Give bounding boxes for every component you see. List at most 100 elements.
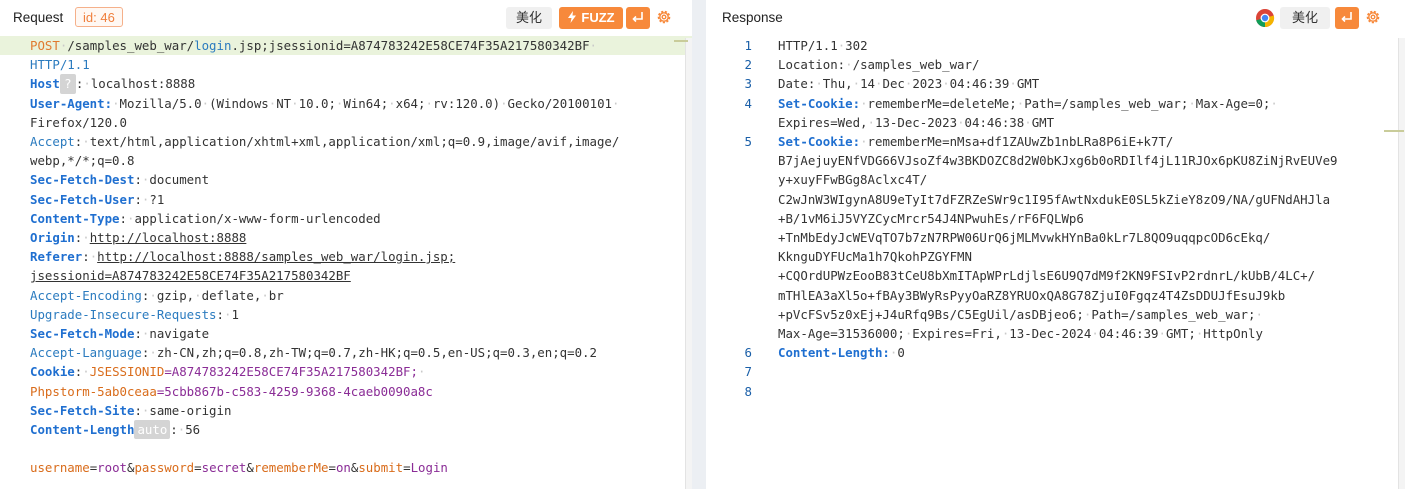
response-beautify-button[interactable]: 美化 — [1280, 7, 1330, 29]
response-line-text: HTTP/1.1·302 — [778, 36, 868, 55]
code-token: Accept — [30, 134, 75, 149]
code-token: = — [194, 460, 202, 476]
response-line-text: KknguDYFUcMa1h7QkohPZGYFMN — [778, 247, 972, 266]
whitespace-marker: · — [852, 76, 861, 92]
code-token: 04:46:38 — [964, 114, 1025, 130]
code-token: : — [134, 191, 142, 207]
whitespace-marker: · — [149, 287, 157, 303]
request-beautify-button[interactable]: 美化 — [506, 7, 552, 29]
code-token: 302 — [845, 38, 868, 53]
whitespace-marker: · — [194, 287, 202, 303]
code-token: +B/1vM6iJ5VYZCycMrcr54J4NPwuhEs/rF6FQLWp… — [778, 210, 1084, 226]
code-token: http://localhost:8888/samples_web_war/lo… — [97, 249, 456, 265]
code-token: 14 — [860, 76, 876, 92]
line-number: 2 — [744, 57, 752, 73]
request-line: Firefox/120.0 — [0, 113, 692, 132]
request-line: POST · /samples_web_war/login.jsp;jsession… — [0, 36, 692, 56]
code-token: 13-Dec-2024 — [1009, 326, 1092, 341]
request-scrollbar[interactable] — [685, 38, 692, 489]
code-token: Expires=Fri, — [912, 326, 1002, 341]
request-editor[interactable]: POST · /samples_web_war/login.jsp;jsession… — [0, 36, 692, 489]
request-scroll-marker — [674, 40, 688, 42]
response-line: 5 Set-Cookie:·rememberMe=nMsa+df1ZAUwZb1n… — [706, 132, 1416, 151]
whitespace-marker: · — [149, 345, 157, 361]
response-line: 3 Date:·Thu,·14·Dec·2023·04:46:39·GMT — [706, 74, 1416, 93]
request-line: username=root&password=secret&rememberMe… — [0, 458, 692, 477]
response-editor[interactable]: 1 HTTP/1.1·302 2 Location:·/samples_web_war… — [706, 36, 1416, 489]
request-line: Accept-Language:·zh-CN,zh;q=0.8,zh-TW;q=… — [0, 343, 692, 362]
panel-splitter[interactable] — [692, 0, 706, 489]
request-line: User-Agent:·Mozilla/5.0·(Windows·NT·10.0… — [0, 94, 692, 113]
request-line: Sec-Fetch-Mode:·navigate — [0, 324, 692, 343]
code-token: .jsp;jsessionid=A874783242E58CE74F35A217… — [231, 38, 590, 53]
request-line: Accept-Encoding:·gzip,·deflate,·br — [0, 286, 692, 305]
response-line: KknguDYFUcMa1h7QkohPZGYFMN — [706, 247, 1416, 266]
code-token: : — [119, 210, 127, 226]
code-token: Max-Age=0; — [1195, 95, 1271, 111]
request-line: jsessionid=A874783242E58CE74F35A21758034… — [0, 266, 692, 285]
code-token: Sec-Fetch-Site — [30, 402, 135, 418]
whitespace-marker: · — [83, 76, 91, 92]
whitespace-marker: · — [845, 57, 853, 73]
code-token: Max-Age=31536000; — [778, 326, 905, 341]
code-token: Accept-Encoding — [30, 287, 142, 303]
code-token: 56 — [185, 422, 201, 437]
request-line: Origin:·http://localhost:8888 — [0, 228, 692, 247]
request-line: webp,*/*;q=0.8 — [0, 151, 692, 170]
code-token: Login — [410, 460, 448, 476]
whitespace-marker: · — [860, 95, 868, 111]
response-line: B7jAejuyENfVDG66VJsoZf4w3BKDOZC8d2W0bKJx… — [706, 151, 1416, 170]
response-line-text: Expires=Wed,·13-Dec-2023·04:46:38·GMT — [778, 113, 1054, 132]
code-token: HTTP/1.1 — [778, 38, 838, 53]
code-token: +pVcFSv5z0xEj+J4uRfq9Bs/C5EgUil/asDBjeo6… — [778, 306, 1084, 322]
send-button[interactable] — [626, 7, 650, 29]
request-line: Content-Type:·application/x-www-form-url… — [0, 209, 692, 228]
request-line: Upgrade-Insecure-Requests:·1 — [0, 305, 692, 324]
response-line-text: y+xuyFFwBGg8Aclxc4T/ — [778, 170, 927, 189]
fuzz-button[interactable]: FUZZ — [559, 7, 623, 29]
code-token: text/html,application/xhtml+xml,applicat… — [89, 134, 620, 149]
code-token: Date: — [778, 76, 816, 92]
code-token: : — [170, 422, 178, 437]
code-token: Expires=Wed, — [778, 114, 868, 130]
request-line — [0, 439, 692, 458]
response-scrollbar[interactable] — [1398, 38, 1405, 489]
whitespace-marker: · — [1255, 306, 1263, 322]
code-token: JSESSIONID — [89, 364, 165, 380]
code-token: Sec-Fetch-Mode — [30, 326, 135, 341]
request-id-badge: id: 46 — [75, 7, 123, 27]
code-token: Sec-Fetch-Dest — [30, 172, 135, 188]
code-token: Content-Type — [30, 210, 120, 226]
response-line: 4 Set-Cookie:·rememberMe=deleteMe;·Path=/… — [706, 94, 1416, 113]
code-token: navigate — [149, 326, 210, 341]
code-token: Win64; — [343, 95, 389, 111]
response-line-text: +pVcFSv5z0xEj+J4uRfq9Bs/C5EgUil/asDBjeo6… — [778, 305, 1263, 324]
line-number: 5 — [744, 134, 752, 149]
line-number: 1 — [744, 38, 752, 53]
code-token: Phpstorm-5ab0ceaa — [30, 383, 157, 399]
code-token: localhost:8888 — [90, 76, 196, 92]
response-line: 7 — [706, 362, 1416, 381]
code-token: & — [246, 460, 254, 476]
code-token: password — [134, 460, 195, 476]
response-line-text: Content-Length:·0 — [778, 343, 905, 362]
code-token: rememberMe — [253, 460, 329, 476]
code-token: Upgrade-Insecure-Requests — [30, 306, 217, 322]
whitespace-marker: · — [860, 134, 868, 149]
code-token: HttpOnly — [1203, 326, 1263, 341]
response-line: Expires=Wed,·13-Dec-2023·04:46:38·GMT — [706, 113, 1416, 132]
request-panel: Request id: 46 美化 FUZZ POST · /samples_web… — [0, 0, 692, 489]
gear-icon[interactable] — [655, 8, 673, 26]
gear-icon[interactable] — [1364, 8, 1382, 26]
chrome-icon[interactable] — [1255, 8, 1275, 28]
whitespace-marker: · — [425, 95, 433, 111]
request-line: Referer:·http://localhost:8888/samples_w… — [0, 247, 692, 266]
code-token: deflate, — [201, 287, 262, 303]
code-token: (Windows — [209, 95, 269, 111]
code-token: root — [97, 460, 127, 476]
response-send-button[interactable] — [1335, 7, 1359, 29]
code-token: =5cbb867b-c583-4259-9368-4caeb0090a8c — [156, 383, 433, 399]
whitespace-marker: · — [112, 95, 120, 111]
response-line: mTHlEA3aXl5o+fBAy3BWyRsPyyOaRZ8YRUOxQA8G… — [706, 286, 1416, 305]
response-line: 2 Location:·/samples_web_war/ — [706, 55, 1416, 74]
